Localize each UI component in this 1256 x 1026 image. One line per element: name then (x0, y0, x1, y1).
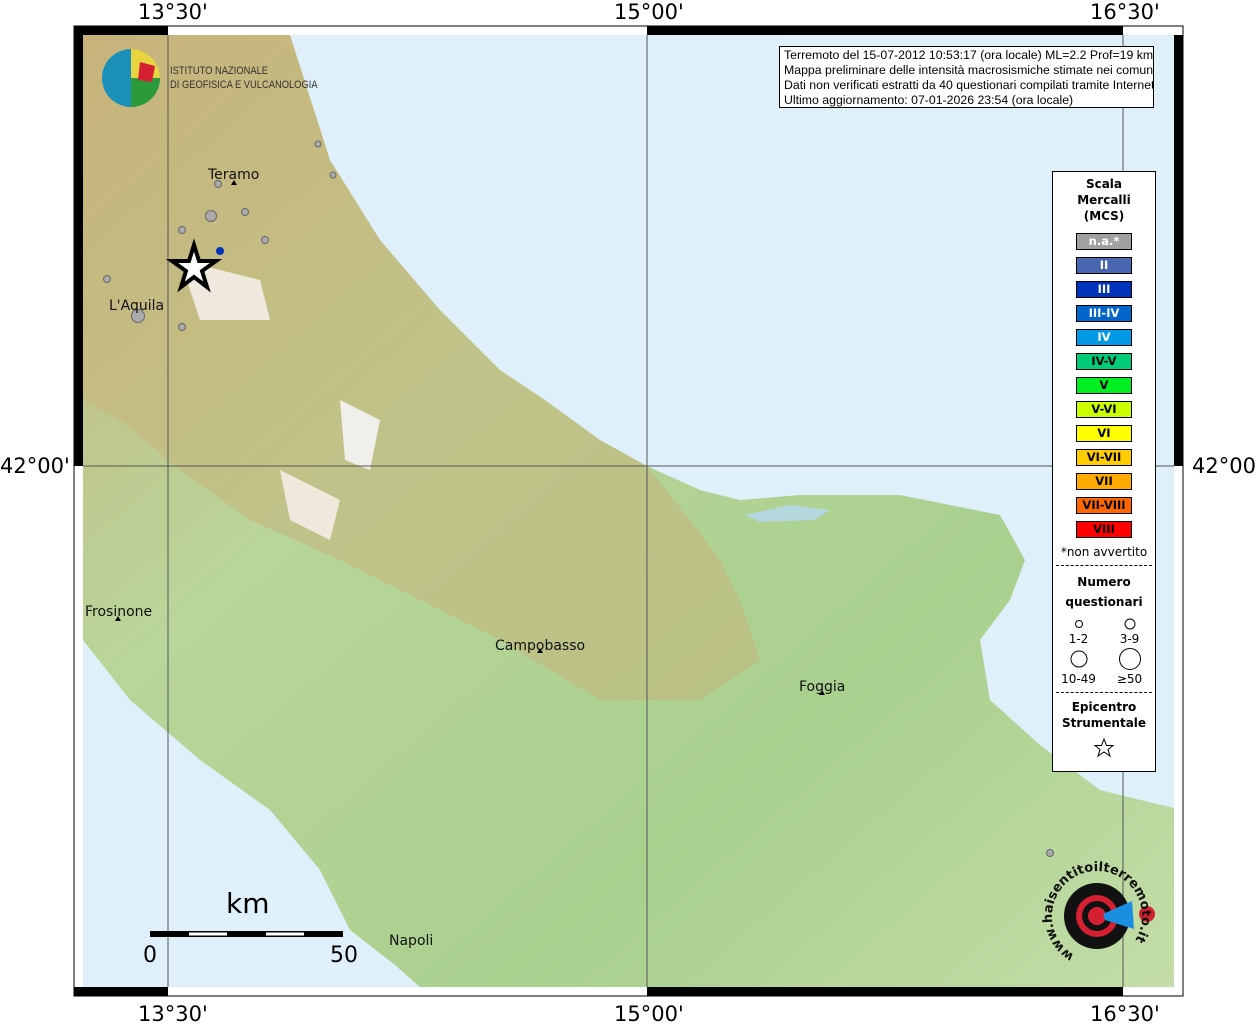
mcs-swatch-vi: VI (1076, 425, 1132, 442)
epicenter-star-legend-icon (1093, 737, 1115, 758)
city-laquila: L'Aquila (109, 298, 165, 314)
divider (1056, 692, 1152, 693)
ingv-logo-text: ISTITUTO NAZIONALE DI GEOFISICA E VULCAN… (170, 64, 318, 92)
city-napoli: Napoli (389, 933, 434, 949)
legend-title: Scala (1085, 177, 1123, 191)
mcs-swatch-ii: II (1076, 257, 1132, 274)
legend-title: (MCS) (1083, 209, 1125, 223)
mcs-swatch-iii: III (1076, 281, 1132, 298)
legend: Scala Mercalli (MCS) n.a.* II III III-IV IV I… (1052, 171, 1156, 772)
mcs-swatch-vii: VII (1076, 473, 1132, 490)
mcs-swatch-n-a: n.a.* (1076, 233, 1132, 250)
city-campobasso: Campobasso (495, 638, 586, 654)
info-line: Ultimo aggiornamento: 07-01-2026 23:54 (… (784, 93, 1074, 107)
ingv-globe-logo (102, 49, 160, 107)
na-note: *non avvertito (1060, 545, 1148, 559)
count-title: questionari (1065, 595, 1143, 609)
event-info-box: Terremoto del 15-07-2012 10:53:17 (ora l… (779, 46, 1154, 108)
city-teramo: Teramo (208, 167, 260, 183)
city-frosinone: Frosinone (85, 604, 153, 620)
info-line: Terremoto del 15-07-2012 10:53:17 (ora l… (784, 48, 1154, 62)
city-foggia: Foggia (799, 679, 846, 695)
mcs-swatch-iv: IV (1076, 329, 1132, 346)
count-title: Numero (1077, 575, 1131, 589)
mcs-swatch-v-vi: V-VI (1076, 401, 1132, 418)
scale-max: 50 (330, 943, 358, 968)
count-circle-large-icon (1070, 650, 1087, 668)
mcs-swatch-iii-iv: III-IV (1076, 305, 1132, 322)
scale-unit: km (226, 887, 270, 920)
mcs-swatches: n.a.* II III III-IV IV IV-V V V-VI VI VI-VII VII VI… (1053, 233, 1155, 538)
count-circle-small-icon (1074, 620, 1083, 628)
ingv-line1: ISTITUTO NAZIONALE (170, 65, 269, 77)
mcs-swatch-iv-v: IV-V (1076, 353, 1132, 370)
ingv-line2: DI GEOFISICA E VULCANOLOGIA (170, 79, 318, 91)
count-circle-medium-icon (1124, 618, 1135, 630)
epi-title: Strumentale (1061, 716, 1147, 730)
mcs-swatch-viii: VIII (1076, 521, 1132, 538)
count-label: 1-2 (1068, 632, 1089, 646)
mcs-swatch-v: V (1076, 377, 1132, 394)
info-line: Dati non verificati estratti da 40 quest… (784, 78, 1154, 92)
count-label: ≥50 (1116, 672, 1143, 686)
scale-bar (150, 931, 343, 937)
mcs-swatch-vi-vii: VI-VII (1076, 449, 1132, 466)
divider (1056, 565, 1152, 566)
epi-title: Epicentro (1071, 700, 1137, 714)
count-label: 3-9 (1119, 632, 1140, 646)
scale-min: 0 (143, 943, 157, 968)
legend-title: Mercalli (1077, 193, 1131, 207)
mcs-swatch-vii-viii: VII-VIII (1076, 497, 1132, 514)
count-label: 10-49 (1061, 672, 1096, 686)
count-circle-xlarge-icon (1118, 648, 1141, 670)
info-line: Mappa preliminare delle intensità macros… (784, 63, 1154, 77)
